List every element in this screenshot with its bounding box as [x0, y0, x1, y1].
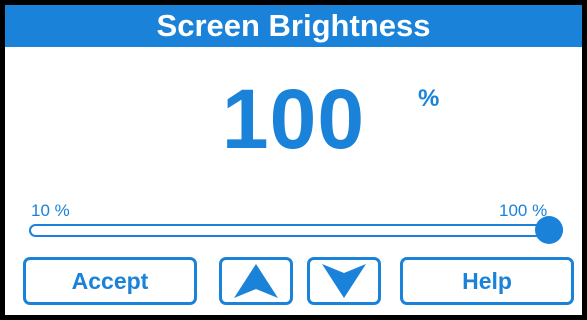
decrease-button[interactable]: [307, 257, 381, 305]
accept-button[interactable]: Accept: [23, 257, 197, 305]
accept-button-label: Accept: [71, 267, 149, 294]
help-button-label: Help: [462, 267, 512, 294]
help-button[interactable]: Help: [400, 257, 574, 305]
increase-button[interactable]: [219, 257, 293, 305]
brightness-value: 100: [221, 72, 366, 166]
arrow-down-icon: [320, 262, 368, 300]
page-title: Screen Brightness: [5, 5, 582, 47]
brightness-slider-track[interactable]: [29, 224, 563, 237]
brightness-panel: Screen Brightness 100 % 10 % 100 % Accep…: [0, 0, 587, 320]
arrow-up-icon: [232, 262, 280, 300]
slider-min-label: 10 %: [31, 201, 70, 220]
brightness-unit: %: [418, 85, 440, 112]
brightness-slider-thumb[interactable]: [535, 216, 563, 244]
